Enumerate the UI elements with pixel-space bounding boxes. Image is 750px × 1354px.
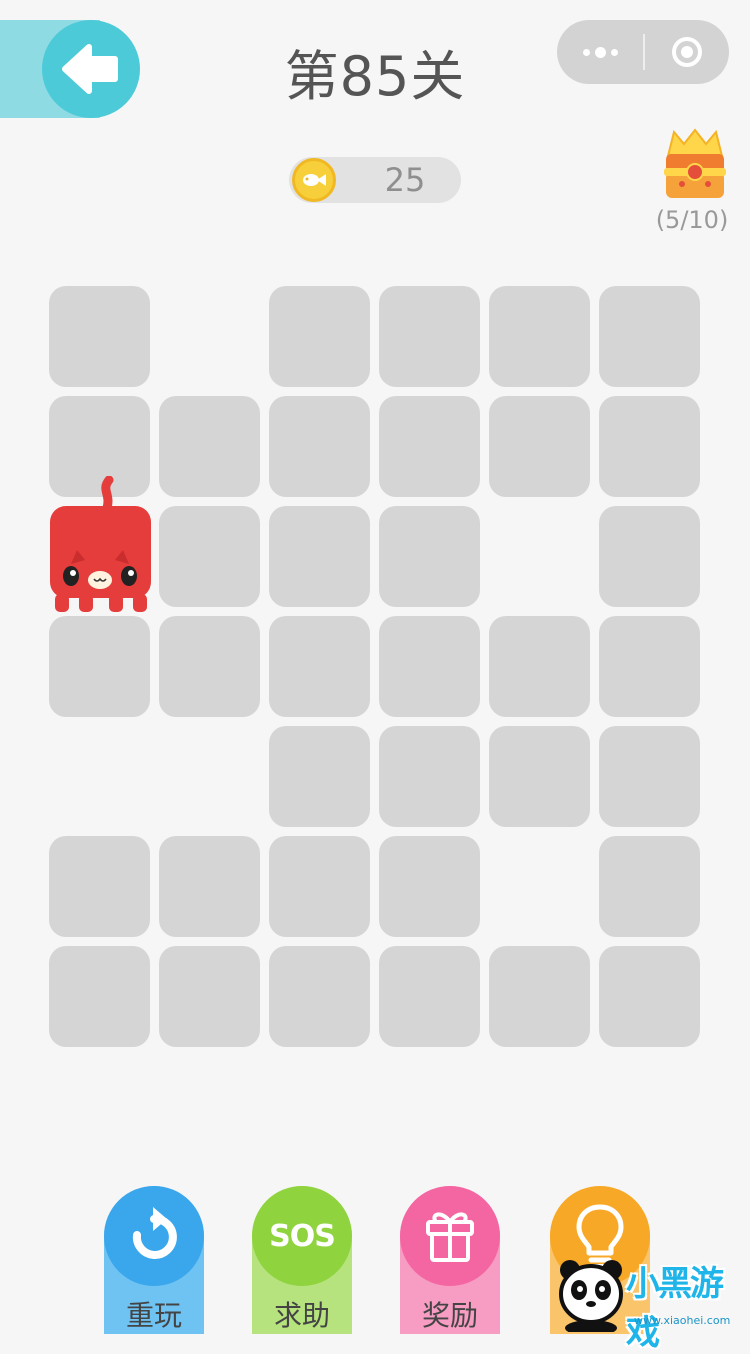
board-tile[interactable] [599,946,700,1047]
more-dots-icon [582,46,618,58]
board-tile[interactable] [379,286,480,387]
board-tile[interactable] [379,506,480,607]
board-tile[interactable] [599,286,700,387]
treasure-chest-button[interactable] [660,128,730,204]
board-tile[interactable] [489,726,590,827]
treasure-chest-icon [664,128,726,198]
refresh-icon [132,1207,177,1259]
board-tile[interactable] [269,726,370,827]
replay-label: 重玩 [125,1299,182,1332]
panda-logo-icon [559,1260,623,1332]
board-tile[interactable] [489,946,590,1047]
board-tile[interactable] [269,946,370,1047]
gift-icon [426,1212,474,1262]
board-tile[interactable] [269,506,370,607]
chest-progress: (5/10) [655,206,729,234]
red-cat-player[interactable] [49,475,152,616]
board-tile[interactable] [489,396,590,497]
fish-coin-icon [292,158,336,202]
board-tile[interactable] [379,616,480,717]
board-tile[interactable] [49,286,150,387]
board-tile[interactable] [379,946,480,1047]
board-tile[interactable] [269,836,370,937]
replay-button-circle[interactable] [104,1186,204,1286]
game-board[interactable] [49,286,701,1048]
sos-label: 求助 [273,1299,330,1332]
reward-button[interactable]: 奖励 [400,1186,500,1334]
cat-icon [50,475,151,612]
more-button[interactable] [557,20,643,84]
sos-button-circle[interactable]: SOS [252,1186,352,1286]
board-tile[interactable] [159,946,260,1047]
board-tile[interactable] [599,726,700,827]
sos-icon: SOS [269,1218,336,1254]
coin-counter: 25 [289,157,461,203]
board-tile[interactable] [599,836,700,937]
close-button[interactable] [645,20,729,84]
board-tile[interactable] [379,396,480,497]
board-tile[interactable] [49,616,150,717]
sos-button[interactable]: SOS 求助 [252,1186,352,1334]
board-tile[interactable] [599,616,700,717]
board-tile[interactable] [159,836,260,937]
reward-label: 奖励 [421,1299,478,1332]
board-tile[interactable] [379,836,480,937]
board-tile[interactable] [489,286,590,387]
board-tile[interactable] [159,506,260,607]
board-tile[interactable] [599,396,700,497]
board-tile[interactable] [49,836,150,937]
miniprogram-capsule [557,20,729,84]
site-watermark: 小黑游戏 www.xiaohei.com [556,1256,748,1353]
board-tile[interactable] [379,726,480,827]
board-tile[interactable] [159,396,260,497]
watermark-title: 小黑游戏 [626,1264,724,1353]
board-tile[interactable] [489,616,590,717]
watermark-url: www.xiaohei.com [634,1314,731,1327]
board-tile[interactable] [269,616,370,717]
board-tile[interactable] [49,946,150,1047]
board-tile[interactable] [159,616,260,717]
board-tile[interactable] [269,396,370,497]
target-circle-icon [672,37,702,67]
board-tile[interactable] [269,286,370,387]
board-tile[interactable] [599,506,700,607]
coin-count: 25 [384,161,426,199]
replay-button[interactable]: 重玩 [104,1186,204,1334]
reward-button-circle[interactable] [400,1186,500,1286]
